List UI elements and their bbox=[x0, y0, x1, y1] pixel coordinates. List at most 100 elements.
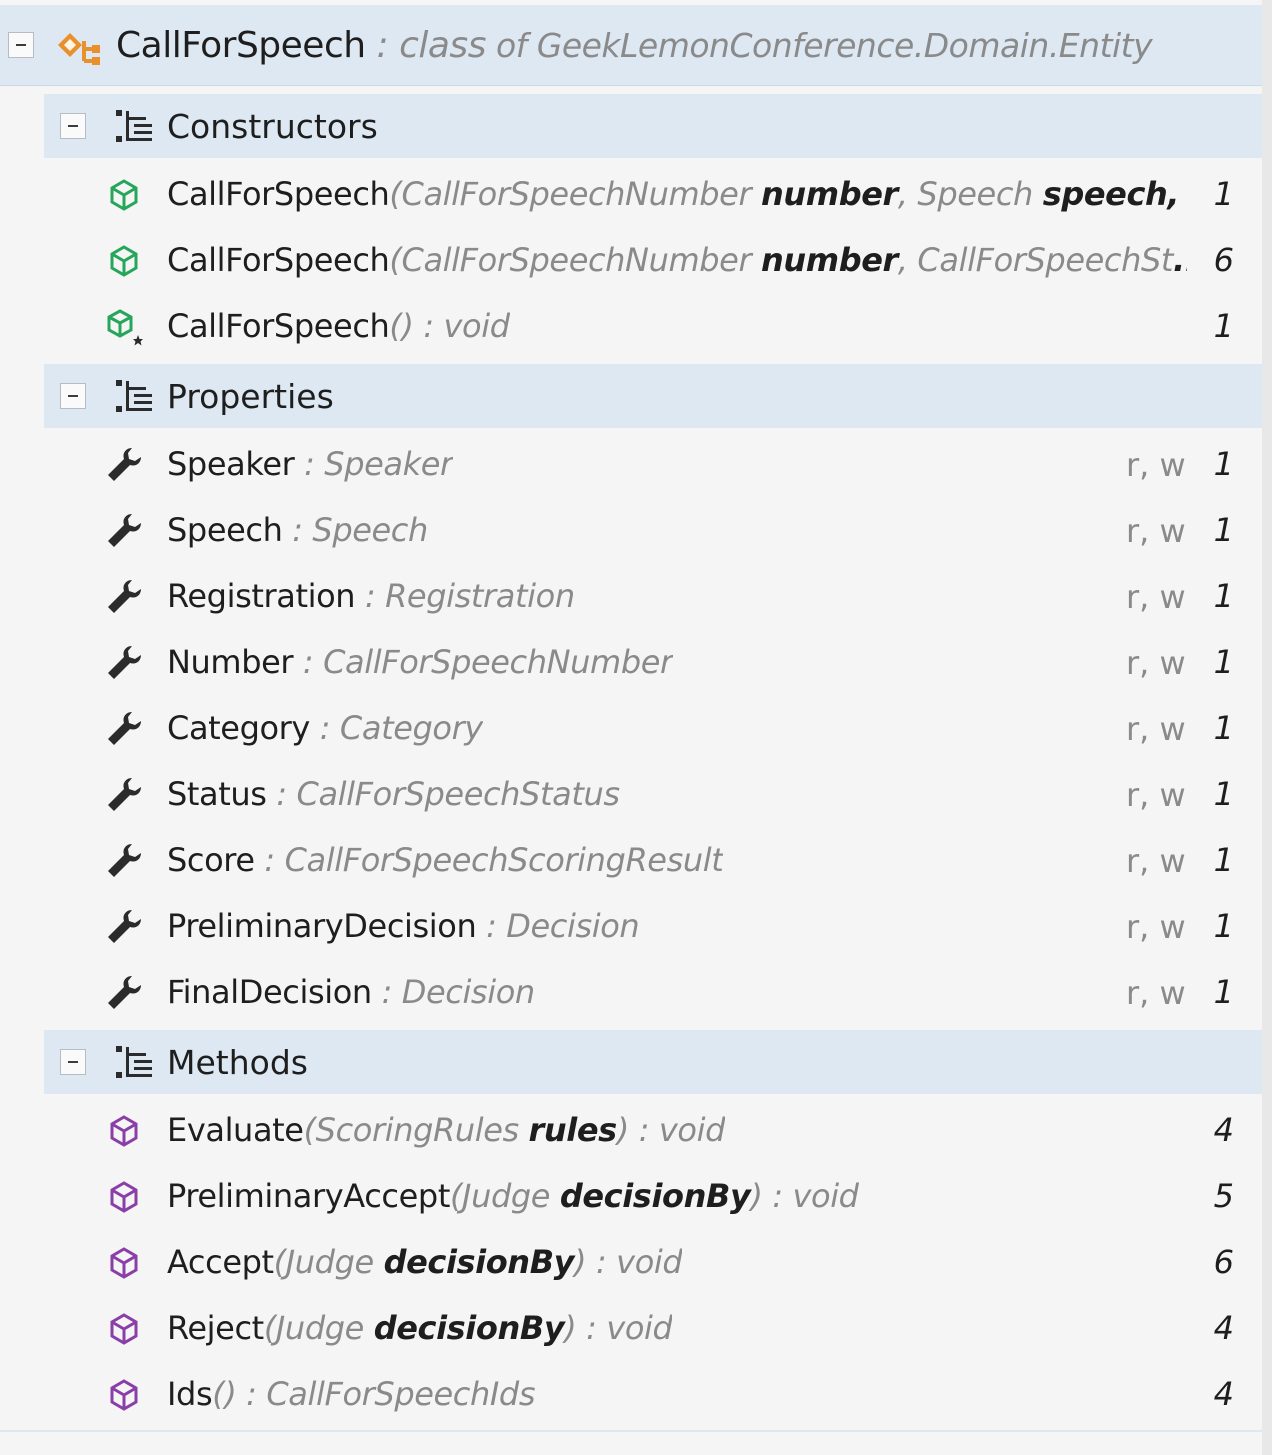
method-row[interactable]: Ids() : CallForSpeechIds 4 bbox=[44, 1361, 1262, 1427]
member-signature: Reject(Judge decisionBy) : void bbox=[167, 1309, 672, 1347]
property-row[interactable]: Category : Category r, w 1 bbox=[44, 695, 1262, 761]
param-close: ) bbox=[574, 1243, 587, 1281]
property-type: : CallForSpeechScoringResult bbox=[254, 841, 724, 879]
usage-count: 1 bbox=[1213, 445, 1234, 483]
property-type: : Decision bbox=[371, 973, 535, 1011]
property-row[interactable]: PreliminaryDecision : Decision r, w 1 bbox=[44, 893, 1262, 959]
method-icon bbox=[110, 1313, 138, 1345]
member-signature: Category : Category bbox=[167, 709, 483, 747]
member-name: Category bbox=[167, 709, 310, 747]
param-type: () bbox=[212, 1375, 237, 1413]
property-row[interactable]: Registration : Registration r, w 1 bbox=[44, 563, 1262, 629]
method-row[interactable]: Evaluate(ScoringRules rules) : void 4 bbox=[44, 1097, 1262, 1163]
class-kind: : class bbox=[365, 25, 487, 66]
param-close: ) bbox=[750, 1177, 763, 1215]
usage-count: 4 bbox=[1213, 1375, 1234, 1413]
wrench-icon bbox=[108, 712, 141, 745]
collapse-properties-toggle[interactable] bbox=[60, 383, 86, 409]
property-type: : Speaker bbox=[294, 445, 453, 483]
section-label: Properties bbox=[167, 377, 334, 416]
member-signature: Ids() : CallForSpeechIds bbox=[167, 1375, 535, 1413]
member-signature: CallForSpeech(CallForSpeechNumber number… bbox=[167, 241, 1187, 279]
param-type: (Judge bbox=[273, 1243, 384, 1281]
member-signature: Number : CallForSpeechNumber bbox=[167, 643, 673, 681]
method-icon bbox=[110, 1247, 138, 1279]
usage-count: 1 bbox=[1213, 643, 1234, 681]
property-row[interactable]: Speaker : Speaker r, w 1 bbox=[44, 431, 1262, 497]
member-name: PreliminaryDecision bbox=[167, 907, 477, 945]
property-row[interactable]: FinalDecision : Decision r, w 1 bbox=[44, 959, 1262, 1025]
return-type: : void bbox=[762, 1177, 859, 1215]
member-name: Number bbox=[167, 643, 294, 681]
return-type: : void bbox=[576, 1309, 673, 1347]
access-modifiers: r, w bbox=[1126, 710, 1186, 748]
constructor-row[interactable]: CallForSpeech(CallForSpeechNumber number… bbox=[44, 227, 1262, 293]
param-type: (CallForSpeechNumber bbox=[389, 241, 761, 279]
param-name: number bbox=[760, 175, 898, 213]
section-constructors[interactable]: Constructors bbox=[44, 94, 1262, 158]
access-modifiers: r, w bbox=[1126, 512, 1186, 550]
member-signature: Registration : Registration bbox=[167, 577, 575, 615]
member-signature: CallForSpeech(CallForSpeechNumber number… bbox=[167, 175, 1177, 213]
constructor-icon bbox=[110, 179, 138, 211]
class-name: CallForSpeech bbox=[116, 25, 366, 66]
collapse-class-toggle[interactable] bbox=[8, 32, 34, 58]
section-label: Constructors bbox=[167, 107, 378, 146]
member-signature: Evaluate(ScoringRules rules) : void bbox=[167, 1111, 725, 1149]
access-modifiers: r, w bbox=[1126, 776, 1186, 814]
panel-edge bbox=[1262, 0, 1272, 1455]
usage-count: 1 bbox=[1213, 973, 1234, 1011]
param-name: speech, bbox=[1042, 175, 1177, 213]
param-name: decisionBy bbox=[373, 1309, 565, 1347]
usage-count: 6 bbox=[1213, 241, 1234, 279]
param-type: , CallForSpeechSt bbox=[897, 241, 1174, 279]
access-modifiers: r, w bbox=[1126, 908, 1186, 946]
usage-count: 4 bbox=[1213, 1309, 1234, 1347]
property-row[interactable]: Status : CallForSpeechStatus r, w 1 bbox=[44, 761, 1262, 827]
wrench-icon bbox=[108, 580, 141, 613]
member-signature: Speaker : Speaker bbox=[167, 445, 453, 483]
usage-count: 6 bbox=[1213, 1243, 1234, 1281]
usage-count: 1 bbox=[1213, 511, 1234, 549]
param-close: ) bbox=[564, 1309, 577, 1347]
access-modifiers: r, w bbox=[1126, 974, 1186, 1012]
property-row[interactable]: Number : CallForSpeechNumber r, w 1 bbox=[44, 629, 1262, 695]
param-list: () bbox=[389, 307, 414, 345]
method-row[interactable]: PreliminaryAccept(Judge decisionBy) : vo… bbox=[44, 1163, 1262, 1229]
usage-count: 1 bbox=[1213, 175, 1234, 213]
wrench-icon bbox=[108, 778, 141, 811]
ellipsis: ... bbox=[1173, 241, 1187, 279]
member-name: CallForSpeech bbox=[167, 307, 390, 345]
member-name: Evaluate bbox=[167, 1111, 304, 1149]
usage-count: 1 bbox=[1213, 709, 1234, 747]
property-row[interactable]: Speech : Speech r, w 1 bbox=[44, 497, 1262, 563]
class-header-row[interactable]: CallForSpeech : class of GeekLemonConfer… bbox=[0, 5, 1262, 86]
property-type: : Decision bbox=[476, 907, 640, 945]
collapse-constructors-toggle[interactable] bbox=[60, 113, 86, 139]
member-name: Registration bbox=[167, 577, 356, 615]
param-name: number bbox=[760, 241, 898, 279]
member-signature: Accept(Judge decisionBy) : void bbox=[167, 1243, 682, 1281]
member-name: PreliminaryAccept bbox=[167, 1177, 450, 1215]
section-methods[interactable]: Methods bbox=[44, 1030, 1262, 1094]
member-list-icon bbox=[116, 380, 152, 412]
member-name: Speaker bbox=[167, 445, 295, 483]
constructor-row[interactable]: CallForSpeech() : void 1 bbox=[44, 293, 1262, 359]
property-row[interactable]: Score : CallForSpeechScoringResult r, w 1 bbox=[44, 827, 1262, 893]
of-label: of bbox=[485, 26, 537, 65]
collapse-methods-toggle[interactable] bbox=[60, 1049, 86, 1075]
class-title: CallForSpeech : class of GeekLemonConfer… bbox=[116, 25, 1153, 66]
member-name: Accept bbox=[167, 1243, 274, 1281]
member-name: Reject bbox=[167, 1309, 264, 1347]
usage-count: 5 bbox=[1213, 1177, 1234, 1215]
constructor-row[interactable]: CallForSpeech(CallForSpeechNumber number… bbox=[44, 161, 1262, 227]
member-signature: PreliminaryDecision : Decision bbox=[167, 907, 639, 945]
method-row[interactable]: Accept(Judge decisionBy) : void 6 bbox=[44, 1229, 1262, 1295]
static-constructor-icon bbox=[107, 309, 143, 346]
section-properties[interactable]: Properties bbox=[44, 364, 1262, 428]
method-icon bbox=[110, 1379, 138, 1411]
usage-count: 1 bbox=[1213, 307, 1234, 345]
method-row[interactable]: Reject(Judge decisionBy) : void 4 bbox=[44, 1295, 1262, 1361]
property-type: : Speech bbox=[282, 511, 428, 549]
class-structure-panel: CallForSpeech : class of GeekLemonConfer… bbox=[0, 0, 1262, 1455]
